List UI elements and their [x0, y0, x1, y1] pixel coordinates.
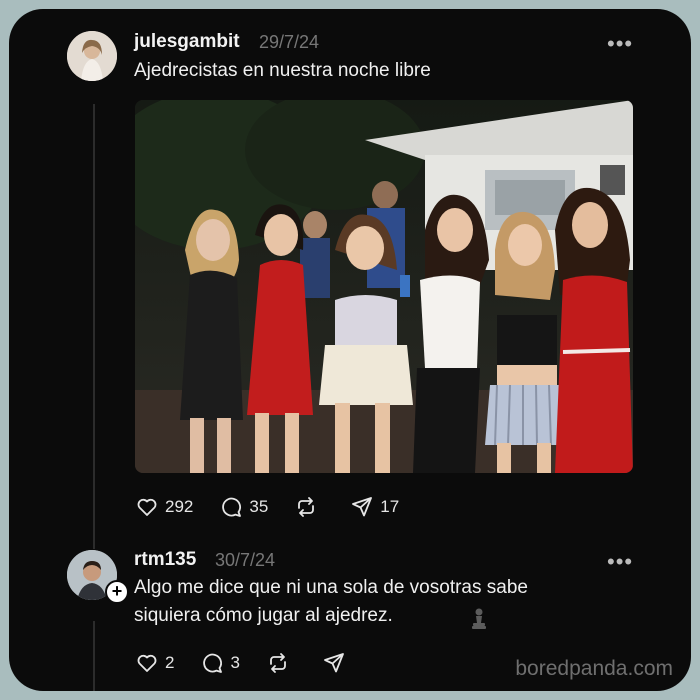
comment-button[interactable]: 35 [219, 495, 268, 519]
follow-plus-icon[interactable]: + [105, 580, 129, 604]
reply-share-button[interactable] [322, 651, 352, 675]
heart-icon [137, 498, 157, 516]
post-username[interactable]: julesgambit [134, 31, 240, 53]
reply-comment-count: 3 [230, 653, 240, 672]
threads-card: julesgambit 29/7/24 ••• Ajedrecistas en … [9, 9, 691, 691]
post-text: Ajedrecistas en nuestra noche libre [134, 60, 431, 81]
avatar-julesgambit[interactable] [67, 31, 117, 81]
comment-icon [203, 653, 223, 673]
thread-connector-reply [93, 621, 95, 691]
watermark: boredpanda.com [515, 657, 673, 680]
share-count: 17 [380, 497, 400, 516]
reply-text-line2: siquiera cómo jugar al ajedrez. [134, 605, 393, 626]
reply-like-button[interactable]: 2 [135, 651, 174, 675]
heart-icon [137, 654, 157, 672]
thread-connector [93, 104, 95, 549]
send-icon [324, 653, 344, 673]
post-actions: 292 35 17 [135, 495, 425, 519]
send-icon [352, 497, 373, 517]
comment-icon [222, 497, 242, 517]
post-more-icon[interactable]: ••• [607, 33, 633, 55]
repost-icon [270, 653, 286, 673]
reply-actions: 2 3 [135, 651, 378, 675]
repost-button[interactable] [294, 495, 324, 519]
reply-date: 30/7/24 [215, 550, 276, 570]
reply-username[interactable]: rtm135 [134, 549, 196, 571]
comment-count: 35 [249, 497, 269, 516]
like-button[interactable]: 292 [135, 495, 193, 519]
reply-more-icon[interactable]: ••• [607, 551, 633, 573]
like-count: 292 [165, 497, 194, 516]
reply-comment-button[interactable]: 3 [200, 651, 240, 675]
reply-repost-button[interactable] [266, 651, 296, 675]
chess-pawn-icon [472, 608, 486, 629]
avatar-rtm135[interactable]: + [67, 550, 129, 604]
share-button[interactable]: 17 [350, 495, 399, 519]
post-date: 29/7/24 [259, 32, 320, 52]
reply-like-count: 2 [165, 653, 175, 672]
reply-text-line1: Algo me dice que ni una sola de vosotras… [134, 577, 528, 598]
post-photo[interactable] [135, 100, 633, 473]
repost-icon [298, 497, 315, 517]
